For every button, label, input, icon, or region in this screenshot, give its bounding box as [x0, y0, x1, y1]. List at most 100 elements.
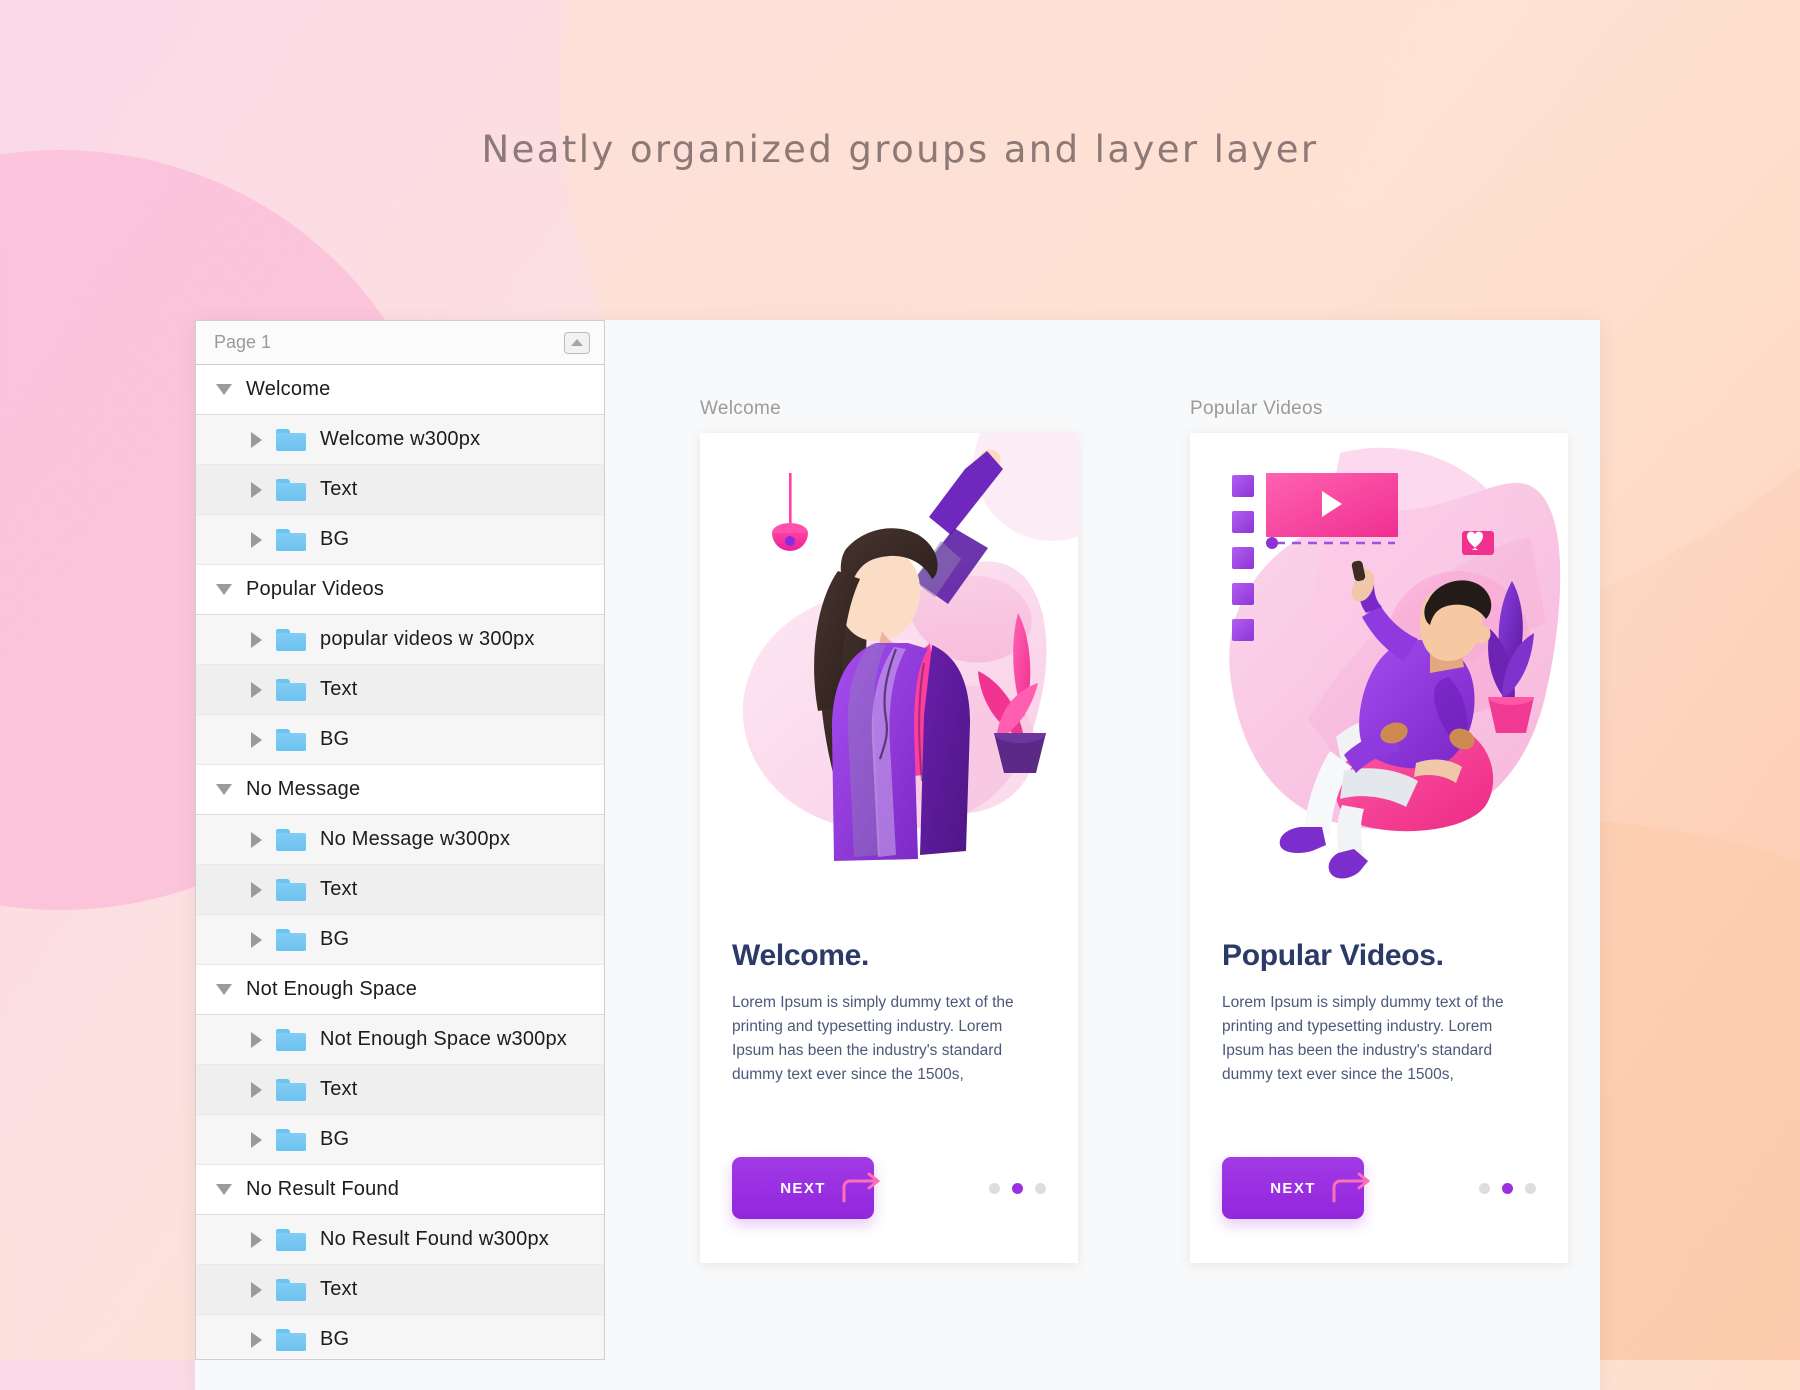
- chevron-right-icon[interactable]: [251, 1031, 262, 1048]
- chevron-right-icon[interactable]: [251, 1131, 262, 1148]
- illustration-svg: [742, 433, 1078, 861]
- layer-child-row[interactable]: Text: [196, 465, 604, 515]
- layer-label: No Result Found: [246, 1178, 400, 1200]
- screen-heading: Welcome.: [732, 939, 870, 972]
- folder-icon: [276, 1228, 306, 1251]
- arrow-right-icon: [842, 1172, 880, 1203]
- chevron-right-icon[interactable]: [251, 531, 262, 548]
- layer-child-row[interactable]: Text: [196, 1265, 604, 1315]
- phone-screen-popular-videos[interactable]: Popular Videos. Lorem Ipsum is simply du…: [1190, 433, 1568, 1263]
- chevron-down-icon[interactable]: [216, 1184, 232, 1195]
- layer-child-row[interactable]: Welcome w300px: [196, 415, 604, 465]
- chevron-down-icon[interactable]: [216, 384, 232, 395]
- pagination-dot[interactable]: [1479, 1182, 1490, 1194]
- chevron-right-icon[interactable]: [251, 1081, 262, 1098]
- collapse-panel-button[interactable]: [564, 331, 590, 354]
- layer-label: Text: [320, 1078, 358, 1100]
- layer-child-row[interactable]: No Result Found w300px: [196, 1215, 604, 1265]
- triangle-up-icon: [571, 339, 583, 346]
- artboard-popular-videos: Popular Videos Popular Videos. Lorem Ips…: [1190, 398, 1568, 1263]
- layer-child-row[interactable]: Text: [196, 865, 604, 915]
- layer-label: Text: [320, 878, 358, 900]
- layer-child-row[interactable]: popular videos w 300px: [196, 615, 604, 665]
- pagination-dot-active[interactable]: [1012, 1182, 1023, 1194]
- pagination-dot[interactable]: [1035, 1182, 1046, 1194]
- layer-label: Welcome w300px: [320, 428, 481, 450]
- chevron-down-icon[interactable]: [216, 984, 232, 995]
- phone-footer: NEXT: [1222, 1157, 1536, 1219]
- folder-icon: [276, 878, 306, 901]
- chevron-right-icon[interactable]: [251, 431, 262, 448]
- layer-child-row[interactable]: BG: [196, 515, 604, 565]
- layer-child-row[interactable]: BG: [196, 715, 604, 765]
- pagination-dots[interactable]: [1479, 1182, 1536, 1194]
- layer-label: BG: [320, 928, 350, 950]
- layer-child-row[interactable]: BG: [196, 1315, 604, 1359]
- chevron-right-icon[interactable]: [251, 1281, 262, 1298]
- page-name-label: Page 1: [214, 332, 272, 352]
- folder-icon: [276, 1028, 306, 1051]
- arrow-right-icon: [1332, 1172, 1370, 1203]
- phone-screen-welcome[interactable]: Welcome. Lorem Ipsum is simply dummy tex…: [700, 433, 1078, 1263]
- chevron-right-icon[interactable]: [251, 881, 262, 898]
- screen-paragraph: Lorem Ipsum is simply dummy text of the …: [1222, 994, 1504, 1084]
- layer-label: BG: [320, 1128, 350, 1150]
- folder-icon: [276, 1128, 306, 1151]
- layer-group-row[interactable]: No Result Found: [196, 1165, 604, 1215]
- layer-label: Not Enough Space w300px: [320, 1028, 567, 1050]
- screen-heading: Popular Videos.: [1222, 939, 1444, 972]
- folder-icon: [276, 1278, 306, 1301]
- next-button-wrap: NEXT: [1222, 1157, 1370, 1219]
- layer-label: No Result Found w300px: [320, 1228, 549, 1250]
- layer-child-row[interactable]: No Message w300px: [196, 815, 604, 865]
- layer-label: Text: [320, 678, 358, 700]
- folder-icon: [276, 1328, 306, 1351]
- artboard-title: Popular Videos: [1190, 398, 1323, 419]
- phone-footer: NEXT: [732, 1157, 1046, 1219]
- man-watching-video-illustration: [1190, 433, 1568, 933]
- layer-child-row[interactable]: Text: [196, 665, 604, 715]
- layers-panel: Page 1 Welcome Welcome w300px Text BG Popula…: [195, 320, 605, 1360]
- pagination-dot-active[interactable]: [1502, 1182, 1513, 1194]
- folder-icon: [276, 528, 306, 551]
- screen-paragraph: Lorem Ipsum is simply dummy text of the …: [732, 994, 1014, 1084]
- chevron-down-icon[interactable]: [216, 584, 232, 595]
- layer-child-row[interactable]: BG: [196, 1115, 604, 1165]
- folder-icon: [276, 478, 306, 501]
- page-headline: Neatly organized groups and layer layer: [481, 128, 1319, 171]
- chevron-right-icon[interactable]: [251, 1331, 262, 1348]
- chevron-right-icon[interactable]: [251, 481, 262, 498]
- layer-label: BG: [320, 728, 350, 750]
- layer-label: BG: [320, 1328, 350, 1350]
- chevron-right-icon[interactable]: [251, 1231, 262, 1248]
- chevron-right-icon[interactable]: [251, 831, 262, 848]
- folder-icon: [276, 1078, 306, 1101]
- layer-label: No Message w300px: [320, 828, 511, 850]
- pagination-dot[interactable]: [989, 1182, 1000, 1194]
- folder-icon: [276, 728, 306, 751]
- folder-icon: [276, 928, 306, 951]
- layer-label: Not Enough Space: [246, 978, 418, 1000]
- layer-group-row[interactable]: Popular Videos: [196, 565, 604, 615]
- pagination-dot[interactable]: [1525, 1182, 1536, 1194]
- chevron-right-icon[interactable]: [251, 731, 262, 748]
- layer-list: Welcome Welcome w300px Text BG Popular Video…: [196, 365, 604, 1359]
- layer-group-row[interactable]: Welcome: [196, 365, 604, 415]
- folder-icon: [276, 678, 306, 701]
- folder-icon: [276, 628, 306, 651]
- illustration-svg: [1229, 447, 1561, 879]
- layer-group-row[interactable]: No Message: [196, 765, 604, 815]
- chevron-right-icon[interactable]: [251, 931, 262, 948]
- phone-text-block: Popular Videos. Lorem Ipsum is simply du…: [1190, 939, 1568, 1087]
- layer-label: Welcome: [246, 378, 331, 400]
- layer-child-row[interactable]: BG: [196, 915, 604, 965]
- layer-group-row[interactable]: Not Enough Space: [196, 965, 604, 1015]
- chevron-right-icon[interactable]: [251, 631, 262, 648]
- layer-label: BG: [320, 528, 350, 550]
- layer-child-row[interactable]: Not Enough Space w300px: [196, 1015, 604, 1065]
- pagination-dots[interactable]: [989, 1182, 1046, 1194]
- layer-child-row[interactable]: Text: [196, 1065, 604, 1115]
- chevron-down-icon[interactable]: [216, 784, 232, 795]
- woman-waving-illustration: [700, 433, 1078, 933]
- chevron-right-icon[interactable]: [251, 681, 262, 698]
